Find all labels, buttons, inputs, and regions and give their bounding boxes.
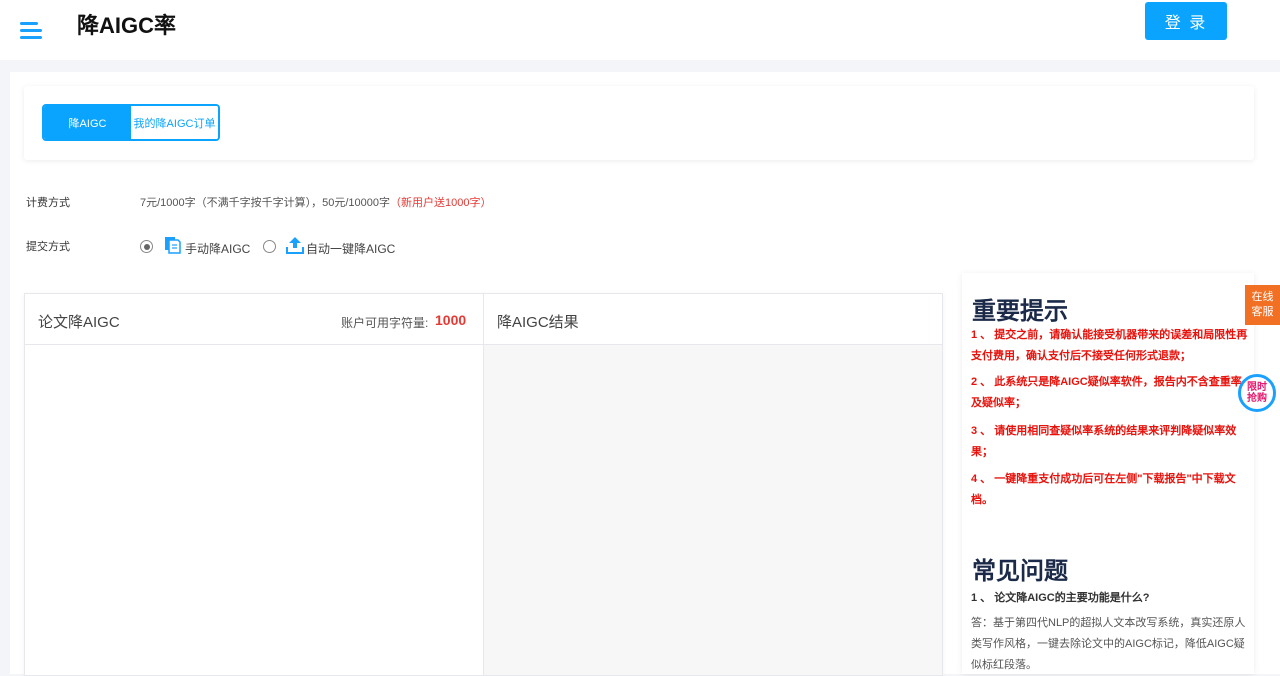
quota-label: 账户可用字符量: <box>341 316 429 330</box>
tab-group: 降AIGC 我的降AIGC订单 <box>42 104 220 141</box>
hamburger-menu-icon[interactable] <box>20 22 42 40</box>
editor-panel: 论文降AIGC 账户可用字符量: 1000 降AIGC结果 <box>24 293 943 676</box>
pricing-label: 计费方式 <box>26 197 70 209</box>
notice-panel: 重要提示 1 、 提交之前，请确认能接受机器带来的误差和局限性再支付费用，确认支… <box>962 273 1254 674</box>
manual-radio[interactable] <box>140 240 153 253</box>
submit-method-label: 提交方式 <box>26 241 70 253</box>
login-button[interactable]: 登 录 <box>1145 2 1227 40</box>
result-area <box>484 345 942 675</box>
faq-answer: 答：基于第四代NLP的超拟人文本改写系统，真实还原人类写作风格，一键去除论文中的… <box>971 617 1246 671</box>
tip-2: 2 、 此系统只是降AIGC疑似率软件，报告内不含查重率及疑似率； <box>971 376 1242 409</box>
tip-4: 4 、 一键降重支付成功后可在左侧"下载报告"中下载文档。 <box>971 473 1236 506</box>
upload-icon <box>286 237 304 254</box>
tab-reduce-aigc[interactable]: 降AIGC <box>44 106 131 139</box>
input-textarea[interactable] <box>25 345 483 675</box>
document-icon <box>165 237 181 254</box>
input-title: 论文降AIGC <box>38 314 120 331</box>
faq-question: 1 、 论文降AIGC的主要功能是什么? <box>971 592 1150 604</box>
top-bar: 降AIGC率 登 录 <box>0 0 1280 60</box>
pricing-value: 7元/1000字（不满千字按千字计算），50元/10000字（新用户送1000字… <box>140 194 492 210</box>
auto-option-label[interactable]: 自动一键降AIGC <box>306 240 395 257</box>
manual-option-label[interactable]: 手动降AIGC <box>185 240 250 257</box>
online-service-label: 在线客服 <box>1251 291 1274 318</box>
flash-sale-badge[interactable]: 限时抢购 <box>1238 374 1276 412</box>
input-header: 论文降AIGC 账户可用字符量: 1000 <box>25 294 483 345</box>
auto-radio[interactable] <box>263 240 276 253</box>
result-header: 降AIGC结果 <box>484 294 942 345</box>
notice-title: 重要提示 <box>972 298 1068 325</box>
new-user-promo: （新用户送1000字） <box>390 197 492 209</box>
tip-1: 1 、 提交之前，请确认能接受机器带来的误差和局限性再支付费用，确认支付后不接受… <box>971 329 1248 362</box>
tip-3: 3 、 请使用相同查疑似率系统的结果来评判降疑似率效果； <box>971 425 1237 458</box>
tab-container: 降AIGC 我的降AIGC订单 <box>24 86 1254 160</box>
tab-my-orders[interactable]: 我的降AIGC订单 <box>131 106 218 139</box>
faq-title: 常见问题 <box>972 558 1068 585</box>
page-title: 降AIGC率 <box>77 13 177 38</box>
pricing-text: 7元/1000字（不满千字按千字计算），50元/10000字 <box>140 197 391 209</box>
flash-sale-label: 限时抢购 <box>1247 382 1267 404</box>
online-service-button[interactable]: 在线客服 <box>1245 285 1280 325</box>
quota-value: 1000 <box>435 312 467 328</box>
result-title: 降AIGC结果 <box>497 314 579 331</box>
